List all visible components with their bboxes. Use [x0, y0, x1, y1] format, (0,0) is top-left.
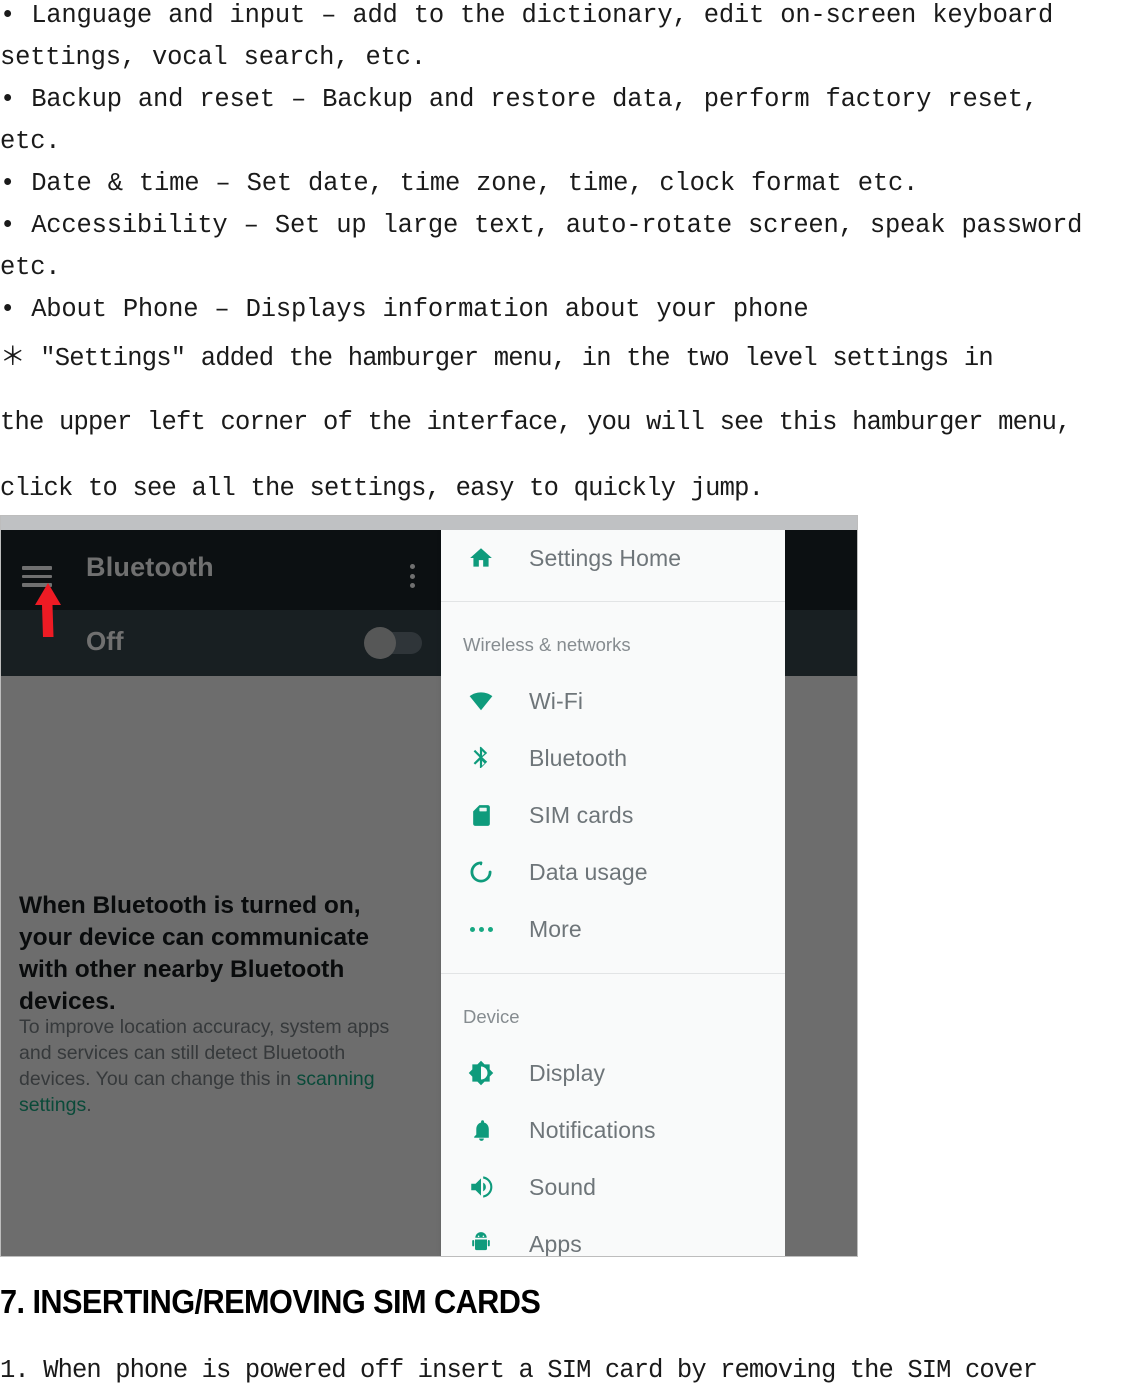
wifi-icon	[453, 688, 509, 714]
drawer-item-label: Display	[529, 1059, 606, 1086]
bluetooth-subtext: To improve location accuracy, system app…	[19, 1014, 411, 1118]
drawer-item-label: SIM cards	[529, 801, 634, 828]
drawer-item-sound[interactable]: Sound	[441, 1159, 785, 1215]
bluetooth-state-label: Off	[86, 626, 124, 656]
drawer-item-settings-home[interactable]: Settings Home	[441, 530, 785, 586]
overflow-menu-icon[interactable]	[402, 564, 422, 590]
settings-bullet-list: • Language and input – add to the dictio…	[0, 1, 1083, 324]
more-dots-icon	[453, 926, 509, 932]
hamburger-menu-icon[interactable]	[22, 566, 52, 588]
drawer-item-display[interactable]: Display	[441, 1045, 785, 1101]
note-line-2: the upper left corner of the interface, …	[0, 408, 1071, 437]
bell-icon	[453, 1118, 509, 1143]
sim-instruction-line: 1. When phone is powered off insert a SI…	[0, 1356, 1038, 1385]
brightness-icon	[453, 1060, 509, 1086]
note-line-3: click to see all the settings, easy to q…	[0, 474, 764, 503]
drawer-item-label: Settings Home	[529, 544, 682, 571]
drawer-item-sim-cards[interactable]: SIM cards	[441, 787, 785, 843]
drawer-item-label: Sound	[529, 1173, 597, 1200]
sim-card-icon	[453, 803, 509, 828]
android-robot-icon	[453, 1232, 509, 1256]
screenshot-top-strip	[1, 516, 857, 530]
bluetooth-subtext-suffix: .	[86, 1094, 92, 1116]
bluetooth-toggle-switch[interactable]	[364, 627, 422, 659]
drawer-item-more[interactable]: More	[441, 901, 785, 957]
bluetooth-headline: When Bluetooth is turned on, your device…	[19, 892, 369, 1015]
drawer-item-notifications[interactable]: Notifications	[441, 1102, 785, 1158]
drawer-item-wifi[interactable]: Wi-Fi	[441, 673, 785, 729]
drawer-divider-1	[441, 601, 785, 602]
drawer-divider-2	[441, 973, 785, 974]
drawer-item-apps[interactable]: Apps	[441, 1216, 785, 1256]
volume-icon	[453, 1174, 509, 1200]
settings-drawer-screenshot: Bluetooth Off When Bluetooth is turned o…	[0, 515, 858, 1257]
bluetooth-icon	[453, 745, 509, 771]
section-heading: 7. INSERTING/REMOVING SIM CARDS	[0, 1283, 541, 1320]
drawer-item-data-usage[interactable]: Data usage	[441, 844, 785, 900]
drawer-item-label: Data usage	[529, 858, 648, 885]
navigation-drawer-panel: Settings Home Wireless & networks Wi-Fi …	[441, 530, 785, 1256]
note-line-1: ＊ "Settings" added the hamburger menu, i…	[0, 344, 994, 373]
drawer-group-wireless: Wireless & networks	[463, 634, 631, 655]
toggle-knob	[364, 627, 396, 659]
drawer-item-label: Wi-Fi	[529, 687, 584, 714]
drawer-item-label: Notifications	[529, 1116, 656, 1143]
drawer-item-bluetooth[interactable]: Bluetooth	[441, 730, 785, 786]
drawer-item-label: Apps	[529, 1230, 582, 1257]
bluetooth-title: Bluetooth	[86, 552, 214, 582]
data-usage-icon	[453, 859, 509, 885]
drawer-group-device: Device	[463, 1006, 520, 1027]
drawer-item-label: Bluetooth	[529, 744, 628, 771]
home-icon	[453, 545, 509, 571]
drawer-item-label: More	[529, 915, 582, 942]
